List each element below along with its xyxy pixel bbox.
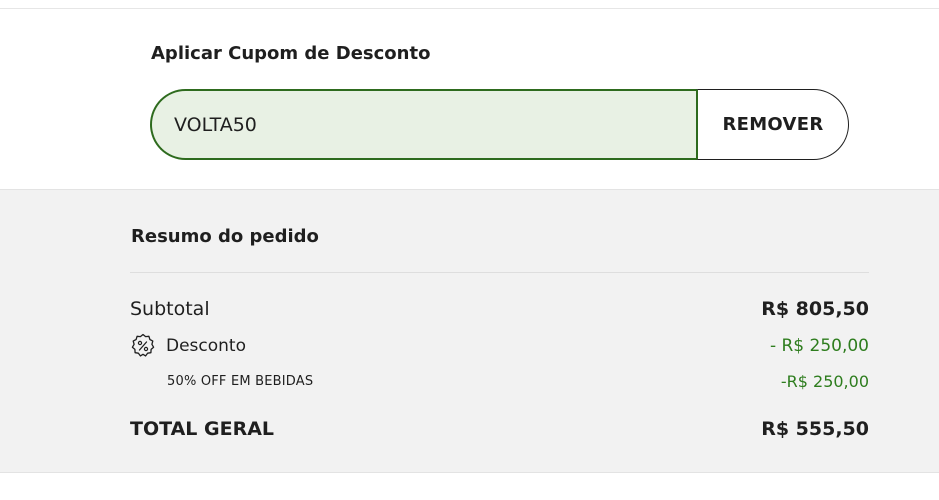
coupon-form: REMOVER — [150, 89, 849, 160]
discount-row: Desconto - R$ 250,00 — [130, 333, 869, 359]
coupon-section: Aplicar Cupom de Desconto REMOVER — [0, 9, 939, 189]
subtotal-label: Subtotal — [130, 298, 210, 320]
promo-value: -R$ 250,00 — [780, 371, 869, 391]
summary-title: Resumo do pedido — [131, 226, 319, 247]
subtotal-value: R$ 805,50 — [761, 298, 869, 320]
remove-coupon-button[interactable]: REMOVER — [696, 89, 849, 160]
order-summary: Resumo do pedido Subtotal R$ 805,50 Desc… — [0, 189, 939, 473]
discount-label-group: Desconto — [130, 333, 246, 359]
total-row: TOTAL GERAL R$ 555,50 — [130, 416, 869, 442]
coupon-code-input[interactable] — [150, 89, 698, 160]
coupon-title: Aplicar Cupom de Desconto — [151, 43, 431, 64]
promo-label: 50% OFF EM BEBIDAS — [167, 373, 314, 389]
discount-value: - R$ 250,00 — [769, 336, 869, 356]
total-label: TOTAL GERAL — [130, 418, 275, 440]
subtotal-row: Subtotal R$ 805,50 — [130, 296, 869, 322]
summary-divider — [130, 272, 869, 273]
promo-row: 50% OFF EM BEBIDAS -R$ 250,00 — [130, 370, 869, 392]
total-value: R$ 555,50 — [761, 418, 869, 440]
discount-label: Desconto — [166, 336, 246, 356]
percent-badge-icon — [130, 333, 156, 359]
